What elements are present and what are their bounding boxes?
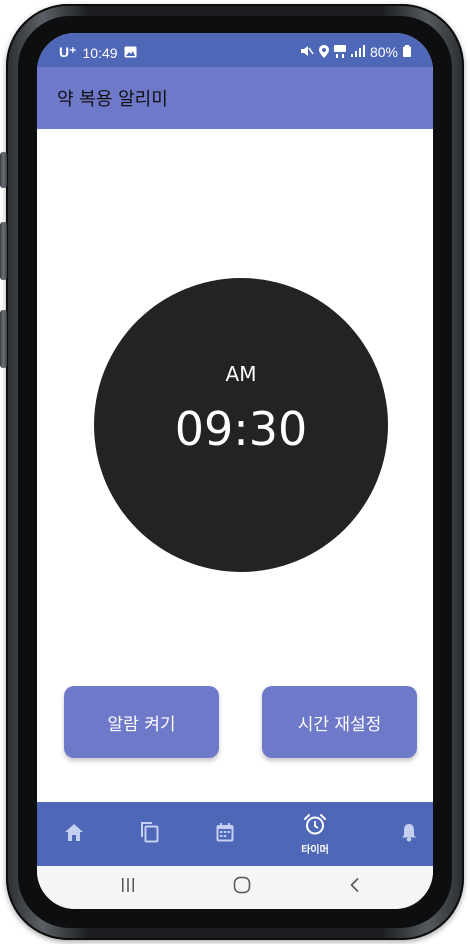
- nav-item-home[interactable]: [44, 802, 104, 866]
- back-button[interactable]: [335, 874, 375, 900]
- nav-item-notifications[interactable]: [379, 802, 433, 866]
- status-time: 10:49: [82, 44, 118, 61]
- status-right: 80%: [300, 44, 411, 60]
- home-nav-button[interactable]: [222, 874, 262, 900]
- clock-time: 09:30: [174, 402, 308, 456]
- battery-icon: [403, 45, 411, 59]
- nav-item-calendar[interactable]: [195, 802, 255, 866]
- carrier-label: U⁺: [59, 44, 77, 60]
- status-left: U⁺ 10:49: [59, 44, 137, 61]
- nav-label-timer: 타이머: [301, 844, 329, 856]
- clock-display[interactable]: AM 09:30: [94, 278, 388, 572]
- reset-time-button[interactable]: 시간 재설정: [262, 686, 417, 758]
- screen: U⁺ 10:49 80% 약 복용 알리미 AM 09:30 알람 켜기 시간 …: [37, 33, 433, 909]
- copy-icon: [140, 821, 159, 847]
- side-button-3: [0, 310, 7, 368]
- home-icon: [65, 823, 83, 845]
- system-nav-bar: [37, 866, 433, 909]
- side-button-2: [0, 222, 7, 280]
- nav-item-copy[interactable]: [119, 802, 179, 866]
- app-bar: 약 복용 알리미: [37, 67, 433, 129]
- clock-ampm: AM: [225, 362, 257, 386]
- battery-percent: 80%: [369, 44, 398, 60]
- bell-icon: [401, 823, 417, 846]
- recent-apps-icon: [121, 877, 135, 897]
- nav-item-timer[interactable]: 타이머: [285, 802, 345, 866]
- bottom-nav: 타이머: [37, 802, 433, 866]
- calendar-icon: [216, 822, 234, 846]
- app-title: 약 복용 알리미: [57, 89, 168, 110]
- mute-icon: [300, 45, 314, 59]
- 5g-icon: [333, 44, 346, 60]
- side-button-1: [0, 152, 7, 188]
- main-content: AM 09:30 알람 켜기 시간 재설정: [37, 129, 433, 802]
- back-chevron-icon: [349, 877, 361, 897]
- status-bar: U⁺ 10:49 80%: [37, 33, 433, 67]
- recent-apps-button[interactable]: [108, 874, 148, 900]
- alarm-clock-icon: [303, 813, 327, 839]
- location-icon: [318, 44, 329, 60]
- alarm-on-button[interactable]: 알람 켜기: [64, 686, 219, 758]
- signal-icon: [350, 45, 365, 59]
- home-circle-icon: [233, 876, 251, 898]
- image-notification-icon: [124, 46, 137, 60]
